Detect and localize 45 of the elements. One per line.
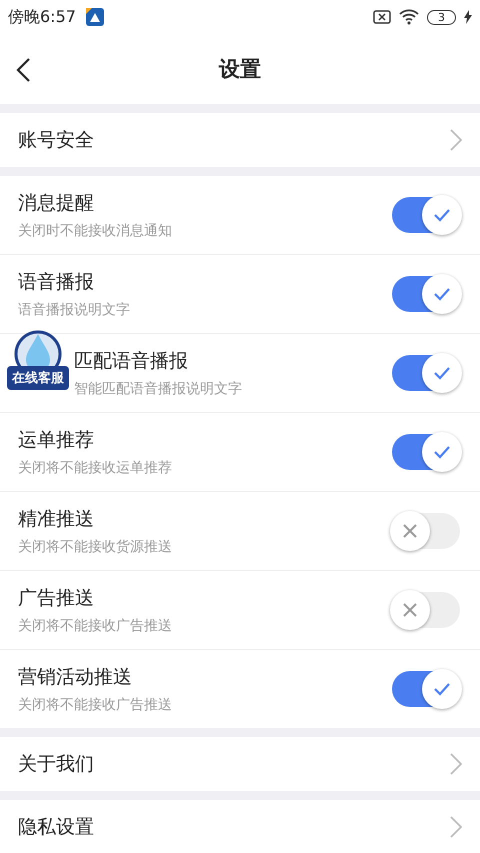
row-description: 关闭将不能接收广告推送 xyxy=(18,696,173,714)
charging-icon xyxy=(464,10,472,24)
row-title: 精准推送 xyxy=(18,507,95,532)
app-icon xyxy=(86,8,104,26)
row-description: 智能匹配语音播报说明文字 xyxy=(74,380,243,398)
close-icon xyxy=(402,523,418,539)
toggle-switch[interactable] xyxy=(392,276,460,312)
close-icon xyxy=(402,602,418,618)
customer-service-button[interactable]: 在线客服 xyxy=(7,366,69,390)
settings-row[interactable]: 账号安全 xyxy=(0,113,480,167)
check-icon xyxy=(433,366,451,380)
row-title: 语音播报 xyxy=(18,270,95,295)
sim-icon xyxy=(373,10,391,24)
page-title: 设置 xyxy=(219,56,261,83)
toggle-switch[interactable] xyxy=(392,355,460,391)
chevron-right-icon xyxy=(450,816,462,838)
row-title: 匹配语音播报 xyxy=(74,349,189,374)
status-time: 傍晚6:57 xyxy=(8,6,76,28)
check-icon xyxy=(433,445,451,459)
chevron-right-icon xyxy=(450,753,462,775)
row-description: 关闭将不能接收广告推送 xyxy=(18,617,173,635)
wifi-icon xyxy=(399,9,419,25)
toggle-switch[interactable] xyxy=(392,513,460,549)
row-title: 隐私设置 xyxy=(18,815,94,840)
settings-row[interactable]: 关于我们 xyxy=(0,737,480,791)
check-icon xyxy=(433,208,451,222)
battery-level: 3 xyxy=(427,10,456,24)
chevron-right-icon xyxy=(450,129,462,151)
row-title: 广告推送 xyxy=(18,586,95,611)
row-description: 关闭时不能接收消息通知 xyxy=(18,222,173,240)
toggle-switch[interactable] xyxy=(392,434,460,470)
toggle-switch[interactable] xyxy=(392,197,460,233)
toggle-switch[interactable] xyxy=(392,592,460,628)
row-description: 关闭将不能接收货源推送 xyxy=(18,538,173,556)
row-description: 关闭将不能接收运单推荐 xyxy=(18,459,173,477)
check-icon xyxy=(433,682,451,696)
row-title: 关于我们 xyxy=(18,752,94,777)
row-title: 营销活动推送 xyxy=(18,665,133,690)
check-icon xyxy=(433,287,451,301)
row-description: 语音播报说明文字 xyxy=(18,301,131,319)
toggle-switch[interactable] xyxy=(392,671,460,707)
settings-row[interactable]: 隐私设置 xyxy=(0,800,480,853)
row-title: 运单推荐 xyxy=(18,428,95,453)
row-title: 消息提醒 xyxy=(18,191,95,216)
row-title: 账号安全 xyxy=(18,128,94,153)
